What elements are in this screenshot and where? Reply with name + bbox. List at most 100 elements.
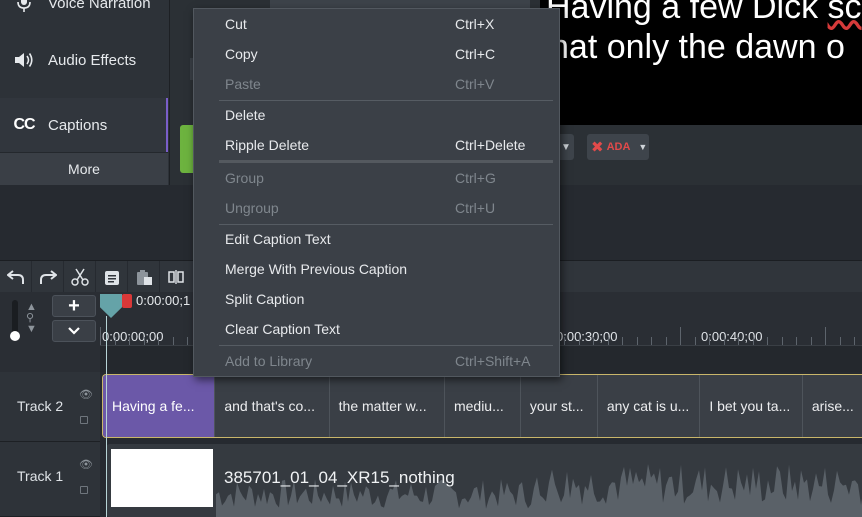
caption-segment[interactable]: mediu...	[445, 375, 521, 437]
menu-item-ripple-delete[interactable]: Ripple Delete Ctrl+Delete	[194, 130, 561, 160]
tool-captions-label: Captions	[48, 116, 108, 134]
ruler-tick	[637, 337, 638, 345]
ruler-tick	[695, 337, 696, 345]
eye-icon[interactable]: 👁	[79, 388, 93, 401]
app-window: Voice Narration Audio Effects CC Caption…	[0, 0, 862, 517]
menu-item-copy[interactable]: Copy Ctrl+C	[194, 39, 561, 69]
caption-segment[interactable]: any cat is u...	[598, 375, 701, 437]
chevron-down-icon	[68, 327, 80, 335]
ruler-tick	[593, 337, 594, 345]
lock-icon[interactable]	[80, 486, 88, 494]
menu-item-cut[interactable]: Cut Ctrl+X	[194, 9, 561, 39]
zoom-slider-knob[interactable]	[10, 331, 20, 341]
caption-segment[interactable]: I bet you ta...	[700, 375, 803, 437]
caption-segment[interactable]: the matter w...	[330, 375, 445, 437]
track-1-name: Track 1	[17, 468, 64, 484]
menu-item-split-caption[interactable]: Split Caption	[194, 284, 561, 314]
menu-item-ungroup[interactable]: Ungroup Ctrl+U	[194, 193, 561, 223]
menu-item-group[interactable]: Group Ctrl+G	[194, 163, 561, 193]
menu-item-edit-caption-text[interactable]: Edit Caption Text	[194, 224, 561, 254]
ruler-tick	[738, 337, 739, 345]
tool-voice-narration[interactable]: Voice Narration	[0, 0, 168, 18]
ruler-label: 0:00:00;00	[102, 329, 164, 344]
ruler-tick	[651, 337, 652, 345]
cut-button[interactable]	[64, 260, 96, 293]
menu-item-add-to-library[interactable]: Add to Library Ctrl+Shift+A	[194, 346, 561, 376]
menu-item-paste[interactable]: Paste Ctrl+V	[194, 69, 561, 99]
clipboard-icon	[104, 270, 119, 285]
playhead-line	[106, 316, 107, 517]
split-icon	[168, 269, 184, 284]
ada-label: ADA	[606, 141, 631, 153]
ruler-tick	[115, 337, 116, 345]
caption-segment[interactable]: Having a fe...	[103, 375, 216, 437]
ruler-tick	[579, 337, 580, 345]
ruler-tick	[129, 337, 130, 345]
caption-segment[interactable]: and that's co...	[215, 375, 330, 437]
playhead-out-marker[interactable]	[122, 294, 132, 308]
tools-panel: Voice Narration Audio Effects CC Caption…	[0, 0, 170, 185]
paste-button[interactable]	[128, 260, 160, 293]
split-button[interactable]	[160, 261, 192, 293]
chevron-down-icon: ▼	[638, 142, 648, 152]
ruler-tick	[564, 337, 565, 345]
ruler-tick	[840, 337, 841, 345]
ruler-tick	[680, 327, 681, 345]
caption-color-swatch[interactable]	[180, 125, 194, 173]
caption-segment[interactable]: arise...	[803, 375, 862, 437]
canvas-preview[interactable]: Having a few Dick sc hat only the dawn o	[540, 0, 862, 125]
copy-button[interactable]	[96, 260, 128, 293]
context-menu: Cut Ctrl+X Copy Ctrl+C Paste Ctrl+V Delete …	[193, 8, 560, 377]
captions-icon: CC	[13, 116, 35, 133]
eye-icon[interactable]: 👁	[79, 458, 93, 471]
redo-button[interactable]	[32, 260, 64, 293]
ruler-tick	[767, 337, 768, 345]
ruler-tick	[724, 337, 725, 345]
add-track-button[interactable]: +	[52, 295, 96, 317]
track-1-header[interactable]: Track 1 👁	[0, 442, 100, 517]
track-2-header[interactable]: Track 2 👁	[0, 372, 100, 442]
tool-captions[interactable]: CC Captions	[0, 98, 168, 152]
track-2-name: Track 2	[17, 398, 64, 414]
track-2-lane: Having a fe... and that's co... the matt…	[100, 372, 862, 442]
caption-clip[interactable]: Having a fe... and that's co... the matt…	[102, 374, 862, 438]
media-clip-title: 385701_01_04_XR15_nothing	[224, 468, 455, 487]
ruler-tick	[158, 337, 159, 345]
ruler-tick	[709, 337, 710, 345]
collapse-tracks-button[interactable]	[52, 320, 96, 342]
undo-icon	[6, 269, 24, 284]
tool-audio-effects[interactable]: Audio Effects	[0, 40, 168, 80]
track-1-lane: 385701_01_04_XR15_nothing	[100, 442, 862, 517]
menu-item-merge-with-previous-caption[interactable]: Merge With Previous Caption	[194, 254, 561, 284]
clip-thumbnail	[111, 449, 213, 507]
menu-item-delete[interactable]: Delete	[194, 100, 561, 130]
paste-icon	[136, 269, 152, 285]
caption-properties-toolbar: ▼ ✖ ADA ▼	[540, 125, 862, 185]
ruler-tick	[173, 337, 174, 345]
ruler-tick	[144, 337, 145, 345]
playhead-time-readout: 0:00:00;1	[136, 293, 191, 308]
tool-voice-narration-label: Voice Narration	[48, 0, 151, 12]
more-button[interactable]: More	[0, 152, 168, 185]
media-clip[interactable]: 385701_01_04_XR15_nothing	[106, 444, 862, 517]
ruler-tick	[854, 337, 855, 345]
redo-icon	[39, 269, 57, 284]
ruler-tick	[811, 337, 812, 345]
ruler-tick	[782, 337, 783, 345]
speaker-icon	[0, 51, 48, 69]
menu-item-clear-caption-text[interactable]: Clear Caption Text	[194, 314, 561, 344]
undo-button[interactable]	[0, 260, 32, 293]
scissors-icon	[70, 268, 89, 286]
lock-icon[interactable]	[80, 416, 88, 424]
caption-segment[interactable]: your st...	[521, 375, 598, 437]
ruler-tick	[666, 337, 667, 345]
preview-caption-line-2: hat only the dawn o	[550, 28, 845, 66]
ruler-tick	[753, 337, 754, 345]
ada-compliance-button[interactable]: ✖ ADA ▼	[587, 134, 649, 160]
ruler-tick	[608, 337, 609, 345]
ruler-tick	[622, 337, 623, 345]
error-x-icon: ✖	[591, 139, 604, 156]
magnifier-icon: ▲ ⚲ ▼	[26, 301, 37, 335]
ruler-tick	[825, 327, 826, 345]
ruler-tick	[187, 337, 188, 345]
